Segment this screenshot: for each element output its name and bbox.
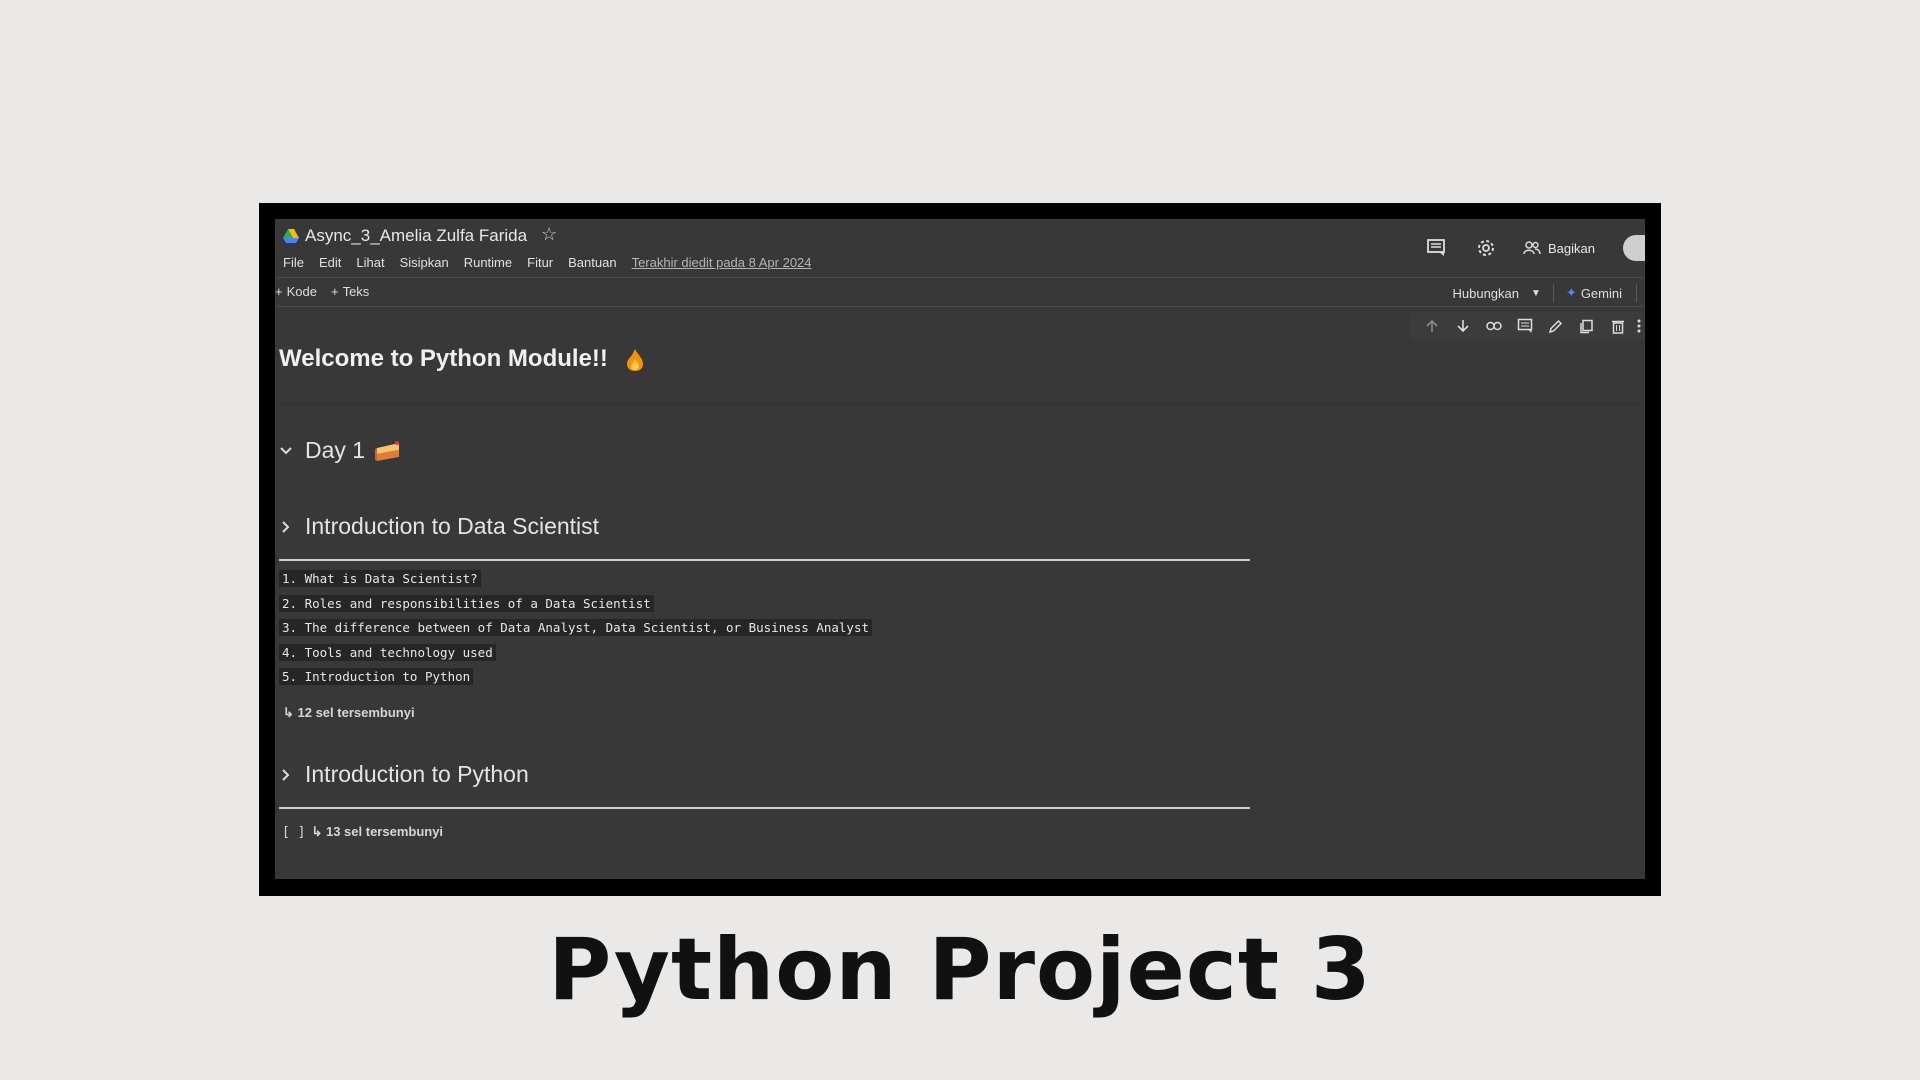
hidden-cells-button[interactable]: [ ] ↳ 13 sel tersembunyi [282,824,443,840]
avatar[interactable] [1623,235,1645,261]
chevron-down-icon[interactable] [275,446,297,455]
people-icon [1523,241,1541,255]
toolbar-separator [1636,284,1637,302]
menu-help[interactable]: Bantuan [568,255,616,270]
menu-file[interactable]: File [283,255,304,270]
notebook-heading: Welcome to Python Module!! [279,345,645,373]
sparkle-icon: ✦ [1565,285,1577,300]
cell-toolbar [1410,312,1645,340]
share-button[interactable]: Bagikan [1523,241,1595,256]
list-item: 2. Roles and responsibilities of a Data … [279,594,872,621]
header-actions: Bagikan [1423,233,1645,263]
comment-icon[interactable] [1423,235,1449,261]
colab-window: Async_3_Amelia Zulfa Farida ☆ File Edit … [275,219,1645,879]
plus-icon: + [330,284,339,299]
horizontal-rule [279,807,1250,809]
notebook-toolbar: + Kode + Teks Hubungkan ▼ ✦ Gemini [275,277,1645,307]
add-code-label: Kode [286,284,317,299]
slide-title: Python Project 3 [548,920,1372,1020]
chevron-right-icon[interactable] [275,768,297,781]
last-edited-link[interactable]: Terakhir diedit pada 8 Apr 2024 [632,255,812,270]
chevron-right-icon[interactable] [275,520,297,533]
copy-icon[interactable] [1571,314,1602,338]
section-title: Introduction to Data Scientist [305,513,600,539]
run-cell-bracket[interactable]: [ ] [282,825,305,840]
list-item: 1. What is Data Scientist? [279,570,872,596]
toolbar-separator [1552,284,1554,302]
add-text-button[interactable]: + Teks [331,284,369,299]
connect-label: Hubungkan [1452,285,1520,301]
cell-divider [275,404,1645,405]
menu-insert[interactable]: Sisipkan [400,255,449,270]
gemini-label: Gemini [1580,285,1622,301]
trash-icon[interactable] [1602,314,1633,338]
hidden-cells-button[interactable]: ↳ 12 sel tersembunyi [283,705,415,721]
horizontal-rule [279,559,1250,561]
arrow-up-icon[interactable] [1416,314,1447,338]
fire-icon [626,348,643,371]
section-day1[interactable]: Day 1 [275,437,401,464]
list-item: 5. Introduction to Python [279,668,872,694]
section-intro-ds[interactable]: Introduction to Data Scientist [275,513,599,540]
comment-icon[interactable] [1509,314,1540,338]
cake-icon [375,440,400,461]
plus-icon: + [275,284,283,299]
section-title: Day 1 [305,437,366,463]
topic-list: 1. What is Data Scientist? 2. Roles and … [279,570,872,694]
menubar: File Edit Lihat Sisipkan Runtime Fitur B… [283,255,812,270]
menu-view[interactable]: Lihat [356,255,384,270]
more-vert-icon[interactable] [1633,314,1645,338]
menu-runtime[interactable]: Runtime [464,255,512,270]
hidden-cells-label: ↳ 12 sel tersembunyi [283,705,415,720]
hidden-cells-label: ↳ 13 sel tersembunyi [311,824,444,839]
menu-edit[interactable]: Edit [319,255,341,270]
link-icon[interactable] [1478,314,1509,338]
colab-header: Async_3_Amelia Zulfa Farida ☆ File Edit … [275,219,1645,277]
add-code-button[interactable]: + Kode [275,284,317,299]
pencil-icon[interactable] [1540,314,1571,338]
gear-icon[interactable] [1473,235,1499,261]
section-intro-py[interactable]: Introduction to Python [275,761,529,788]
arrow-down-icon[interactable] [1447,314,1478,338]
drive-logo-icon [283,229,299,243]
connect-button[interactable]: Hubungkan ▼ [1453,286,1541,301]
screenshot-frame: Async_3_Amelia Zulfa Farida ☆ File Edit … [259,203,1661,896]
notebook-title[interactable]: Async_3_Amelia Zulfa Farida [305,226,527,246]
add-text-label: Teks [342,284,370,299]
list-item: 3. The difference between of Data Analys… [279,619,872,645]
star-icon[interactable]: ☆ [541,224,557,245]
share-label: Bagikan [1548,240,1595,256]
heading-text: Welcome to Python Module!! [279,345,608,372]
menu-tools[interactable]: Fitur [527,255,553,270]
gemini-button[interactable]: ✦ Gemini [1566,285,1622,301]
list-item: 4. Tools and technology used [279,643,872,670]
section-title: Introduction to Python [305,761,529,787]
caret-down-icon[interactable]: ▼ [1531,288,1541,299]
